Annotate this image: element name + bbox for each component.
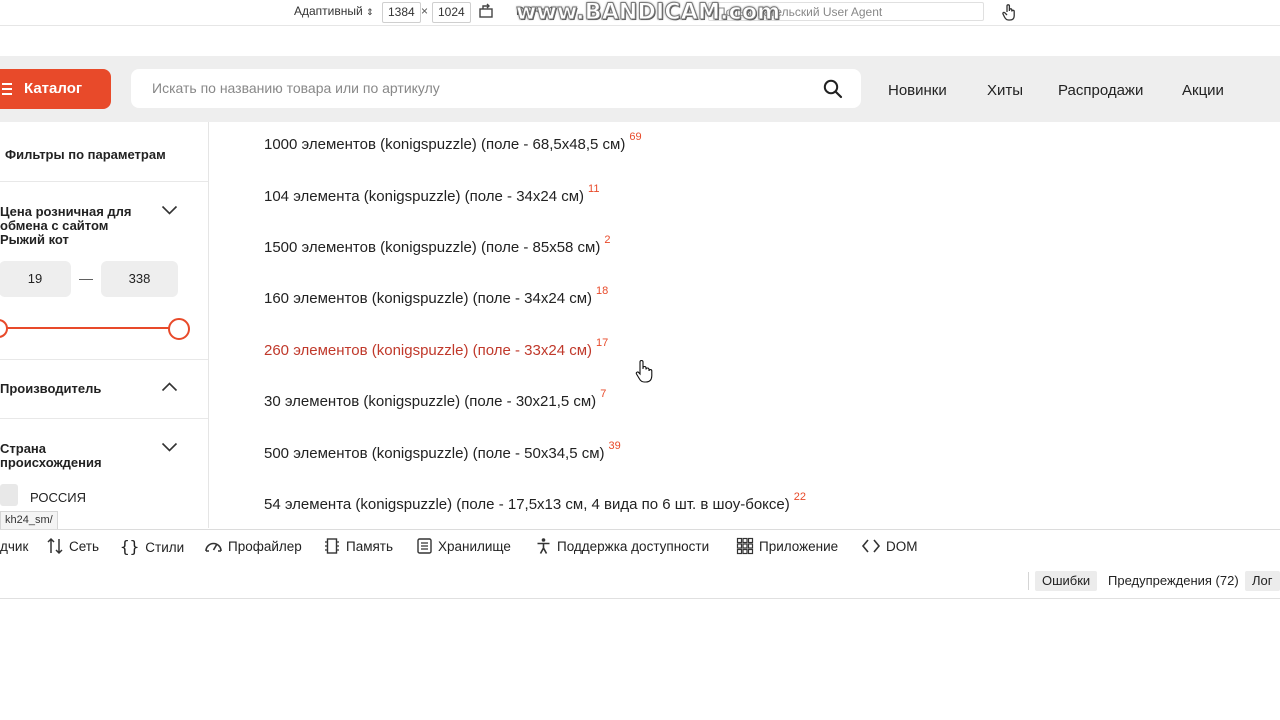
search-icon[interactable] [823,79,843,104]
item-count: 17 [596,337,609,349]
country-filter-heading[interactable]: Страна происхождения [0,442,140,470]
chevron-up-icon[interactable] [161,380,178,398]
country-russia-label: РОССИЯ [30,490,87,505]
tab-application[interactable]: Приложение [736,530,838,564]
tab-label: Поддержка доступности [557,539,710,554]
console-filter-bar: Ошибки Предупреждения (72) Лог [0,564,1280,599]
tab-debugger[interactable]: дчик [0,530,28,564]
application-icon [736,538,754,555]
divider [0,181,208,182]
country-russia-checkbox[interactable] [0,484,18,506]
manufacturer-filter-heading[interactable]: Производитель [0,382,140,396]
network-icon [47,538,63,555]
tab-accessibility[interactable]: Поддержка доступности [535,530,709,564]
hand-cursor-icon [635,359,653,388]
item-label: 104 элемента (konigspuzzle) (поле - 34х2… [264,188,585,205]
console-output [0,599,1280,720]
chevron-down-icon[interactable] [161,440,178,458]
memory-icon [325,538,339,555]
tab-label: Хранилище [438,539,511,554]
filter-errors-button[interactable]: Ошибки [1035,571,1098,591]
tab-dom[interactable]: DOM [861,530,918,564]
menu-icon [2,83,12,95]
list-item[interactable]: 1000 элементов (konigspuzzle) (поле - 68… [264,131,642,153]
nav-link-sales[interactable]: Распродажи [1058,82,1143,99]
responsive-mode-select[interactable]: Адаптивный ⇕ [294,4,374,18]
price-slider-track[interactable] [0,327,178,329]
item-count: 18 [596,285,609,297]
search-input[interactable]: Искать по названию товара или по артикул… [131,69,861,108]
tab-label: Сеть [69,539,100,554]
price-filter-heading[interactable]: Цена розничная для обмена с сайтом Рыжий… [0,205,140,247]
list-item[interactable]: 30 элементов (konigspuzzle) (поле - 30х2… [264,388,607,410]
filters-sidebar: Фильтры по параметрам Цена розничная для… [0,122,209,528]
tab-label: Память [346,539,394,554]
tab-styles[interactable]: {} Стили [120,530,184,564]
tab-label: DOM [886,539,918,554]
list-item[interactable]: 260 элементов (konigspuzzle) (поле - 33х… [264,337,609,359]
filters-title: Фильтры по параметрам [5,147,166,162]
item-label: 260 элементов (konigspuzzle) (поле - 33х… [264,342,593,359]
price-slider-min-handle[interactable] [0,319,8,338]
devtools-tabbar: дчик Сеть {} Стили Профайлер Память Храни… [0,529,1280,565]
item-count: 39 [608,440,621,452]
dimension-separator: × [421,4,429,18]
touch-simulation-icon[interactable] [1001,3,1017,24]
item-label: 54 элемента (konigspuzzle) (поле - 17,5х… [264,496,790,513]
tab-label: Профайлер [228,539,302,554]
divider [0,418,208,419]
catalog-button[interactable]: Каталог [0,69,111,109]
bandicam-watermark: www.BANDICAM.com [515,0,781,26]
item-count: 11 [588,183,600,195]
item-count: 69 [629,131,642,143]
nav-link-promo[interactable]: Акции [1182,82,1224,99]
price-max-input[interactable]: 338 [101,261,178,297]
select-arrows-icon: ⇕ [366,7,374,17]
responsive-mode-label: Адаптивный [294,4,363,18]
rotate-viewport-icon[interactable] [478,3,494,22]
list-item[interactable]: 54 элемента (konigspuzzle) (поле - 17,5х… [264,491,806,513]
item-count: 2 [604,234,611,246]
tab-network[interactable]: Сеть [46,530,99,564]
code-brackets-icon [861,539,881,553]
nav-link-hits[interactable]: Хиты [987,82,1023,99]
viewport-height-input[interactable]: 1024 [432,2,471,23]
tab-memory[interactable]: Память [323,530,393,564]
tab-label: дчик [0,539,29,554]
tab-profiler[interactable]: Профайлер [204,530,302,564]
filter-warnings-button[interactable]: Предупреждения (72) [1101,571,1246,591]
profiler-icon [205,543,222,553]
price-slider-max-handle[interactable] [168,318,190,340]
item-label: 1000 элементов (konigspuzzle) (поле - 68… [264,136,626,153]
braces-icon: {} [120,537,140,556]
viewport-width-input[interactable]: 1384 [382,2,421,23]
item-label: 1500 элементов (konigspuzzle) (поле - 85… [264,239,601,256]
list-item[interactable]: 104 элемента (konigspuzzle) (поле - 34х2… [264,183,600,205]
item-label: 30 элементов (konigspuzzle) (поле - 30х2… [264,393,597,410]
chevron-down-icon[interactable] [161,203,178,221]
list-item[interactable]: 500 элементов (konigspuzzle) (поле - 50х… [264,440,621,462]
site-header: Каталог Искать по названию товара или по… [0,56,1280,122]
item-label: 160 элементов (konigspuzzle) (поле - 34х… [264,290,593,307]
storage-icon [417,538,432,555]
divider [1028,572,1029,590]
catalog-label: Каталог [24,80,83,97]
status-url: kh24_sm/ [0,511,58,530]
search-placeholder: Искать по названию товара или по артикул… [152,80,440,96]
list-item[interactable]: 160 элементов (konigspuzzle) (поле - 34х… [264,285,609,307]
tab-storage[interactable]: Хранилище [416,530,511,564]
item-label: 500 элементов (konigspuzzle) (поле - 50х… [264,445,605,462]
list-item[interactable]: 1500 элементов (konigspuzzle) (поле - 85… [264,234,611,256]
item-count: 7 [600,388,607,400]
tab-label: Приложение [759,539,839,554]
price-range-dash: — [79,270,93,286]
divider [0,359,208,360]
nav-link-new[interactable]: Новинки [888,82,947,99]
accessibility-icon [537,538,550,555]
price-min-input[interactable]: 19 [0,261,71,297]
filter-log-button[interactable]: Лог [1245,571,1280,591]
item-count: 22 [793,491,806,503]
tab-label: Стили [145,540,185,555]
